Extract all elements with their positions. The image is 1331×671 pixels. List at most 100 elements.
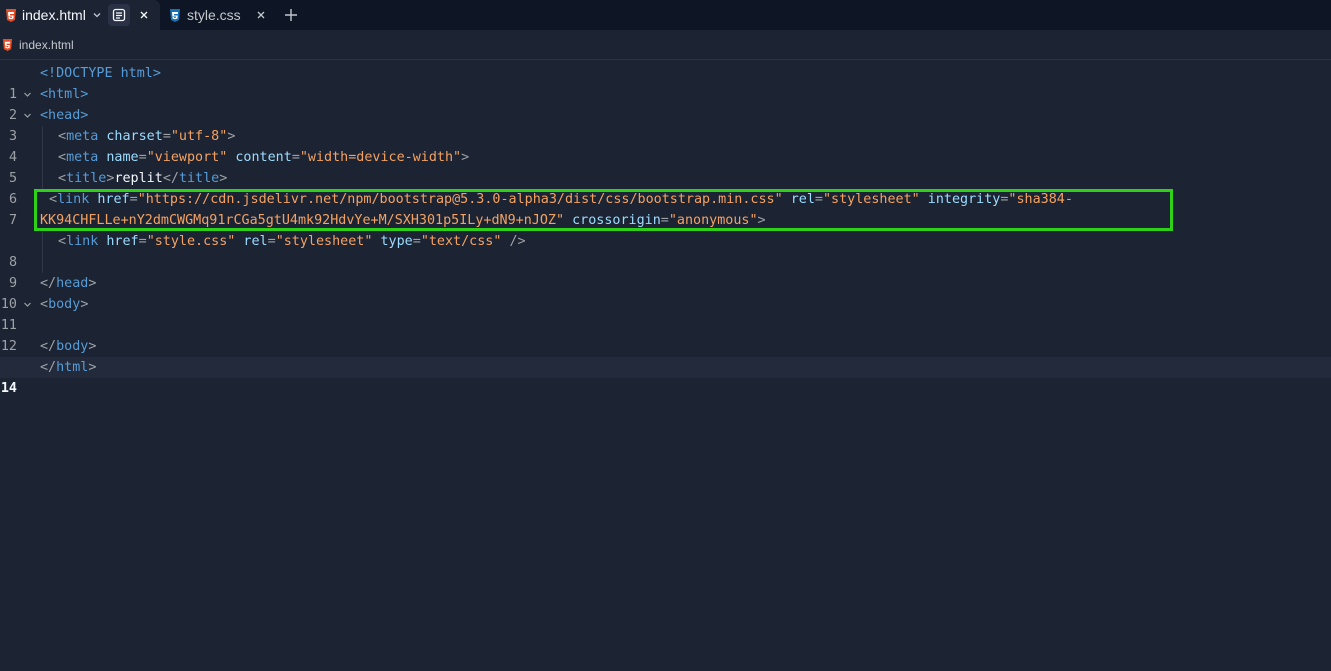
code-token: > [88, 360, 97, 375]
code-token: = [267, 234, 276, 249]
code-token: > [757, 213, 766, 228]
line-number: 7 [8, 213, 17, 228]
fold-chevron-icon[interactable] [23, 84, 32, 105]
code-token: < [40, 297, 49, 312]
code-token: "stylesheet" [275, 234, 373, 249]
code-line[interactable]: 3 <head> [0, 105, 1331, 144]
code-token: > [461, 150, 470, 165]
code-token: meta [66, 150, 99, 165]
code-token: < [58, 171, 67, 186]
tab-bar: index.html style.css [0, 0, 1331, 30]
tab-label: style.css [187, 7, 241, 23]
code-token: name [98, 150, 139, 165]
code-token: replit [114, 171, 163, 186]
code-token: body [48, 297, 81, 312]
code-token: < [58, 150, 67, 165]
code-token: content [227, 150, 292, 165]
html5-icon [6, 8, 16, 22]
code-line[interactable]: 8 <link href="style.css" rel="stylesheet… [0, 231, 1331, 270]
code-token: "viewport" [146, 150, 228, 165]
code-token: < [58, 234, 67, 249]
code-token: "text/css" [420, 234, 502, 249]
code-token: rel [235, 234, 268, 249]
code-line-current[interactable]: 14 </html> [0, 357, 1331, 396]
chevron-down-icon[interactable] [92, 10, 102, 20]
code-token: crossorigin [564, 213, 661, 228]
code-token: > [88, 276, 97, 291]
indent-guide [42, 168, 43, 189]
code-token: head [56, 276, 89, 291]
code-token: </ [162, 171, 179, 186]
breadcrumb-file[interactable]: index.html [19, 38, 74, 52]
code-token: "sha384- [1008, 192, 1073, 207]
code-token: <html> [40, 87, 89, 102]
code-token: </ [40, 339, 57, 354]
line-number: 14 [0, 381, 17, 396]
code-token: > [227, 129, 236, 144]
indent-guide [42, 126, 43, 147]
code-editor[interactable]: 1 <!DOCTYPE html> 2 <html> 3 <head> 4 <m… [0, 63, 1331, 396]
code-line[interactable]: 11 <body> [0, 294, 1331, 333]
code-line[interactable]: 2 <html> [0, 84, 1331, 123]
tab-index-html[interactable]: index.html [0, 0, 160, 30]
indent-guide [42, 147, 43, 168]
html5-icon [2, 39, 13, 51]
breadcrumb: index.html [0, 31, 1331, 60]
indent-guide [42, 252, 43, 273]
code-token: KK94CHFLLe+nY2dmCWGMq91rCGa5gtU4mk92HdvY… [40, 213, 565, 228]
close-icon[interactable] [250, 4, 272, 26]
code-token: integrity [919, 192, 1001, 207]
close-icon[interactable] [133, 4, 155, 26]
code-token: < [58, 129, 67, 144]
code-token: "style.css" [146, 234, 236, 249]
reader-view-icon[interactable] [107, 4, 130, 26]
code-line[interactable]: 12 [0, 315, 1331, 354]
code-token: link [66, 234, 99, 249]
fold-chevron-icon[interactable] [23, 105, 32, 126]
code-token: > [88, 339, 97, 354]
code-token: <head> [40, 108, 89, 123]
code-token: = [412, 234, 421, 249]
code-token: title [66, 171, 107, 186]
code-token: charset [98, 129, 163, 144]
code-line[interactable]: 10 </head> [0, 273, 1331, 312]
code-token: link [57, 192, 90, 207]
code-token: < [49, 192, 58, 207]
token: <!DOCTYPE html> [40, 66, 161, 81]
code-token: = [291, 150, 300, 165]
code-token: "anonymous" [668, 213, 758, 228]
code-token: /> [501, 234, 526, 249]
css3-icon [170, 8, 180, 22]
code-token: "width=device-width" [299, 150, 462, 165]
code-token: > [80, 297, 89, 312]
tab-style-css[interactable]: style.css [164, 0, 274, 30]
code-token: </ [40, 360, 57, 375]
code-token: </ [40, 276, 57, 291]
code-token: href [98, 234, 139, 249]
code-line[interactable]: 13 </body> [0, 336, 1331, 375]
code-line[interactable]: 6 <title>replit</title> [0, 168, 1331, 207]
code-token: = [162, 129, 171, 144]
code-line[interactable]: 7 <link href="https://cdn.jsdelivr.net/n… [0, 189, 1331, 231]
fold-chevron-icon[interactable] [23, 294, 32, 315]
code-token: title [178, 171, 220, 186]
tab-label: index.html [22, 7, 86, 23]
code-token: = [138, 234, 147, 249]
code-token: = [660, 213, 669, 228]
code-line[interactable]: 1 <!DOCTYPE html> [0, 63, 1331, 102]
code-token: html [56, 360, 89, 375]
code-token: = [129, 192, 138, 207]
new-tab-plus-icon[interactable] [280, 4, 302, 26]
indent-guide [42, 231, 43, 252]
code-token: meta [66, 129, 99, 144]
code-token: body [56, 339, 89, 354]
code-token: = [138, 150, 147, 165]
code-token: "stylesheet" [822, 192, 920, 207]
code-token: = [814, 192, 823, 207]
code-token: type [372, 234, 413, 249]
code-token: href [89, 192, 130, 207]
code-token: "utf-8" [170, 129, 228, 144]
code-line[interactable]: 5 <meta name="viewport" content="width=d… [0, 147, 1331, 186]
code-line[interactable]: 4 <meta charset="utf-8"> [0, 126, 1331, 165]
code-line[interactable]: 9 [0, 252, 1331, 291]
